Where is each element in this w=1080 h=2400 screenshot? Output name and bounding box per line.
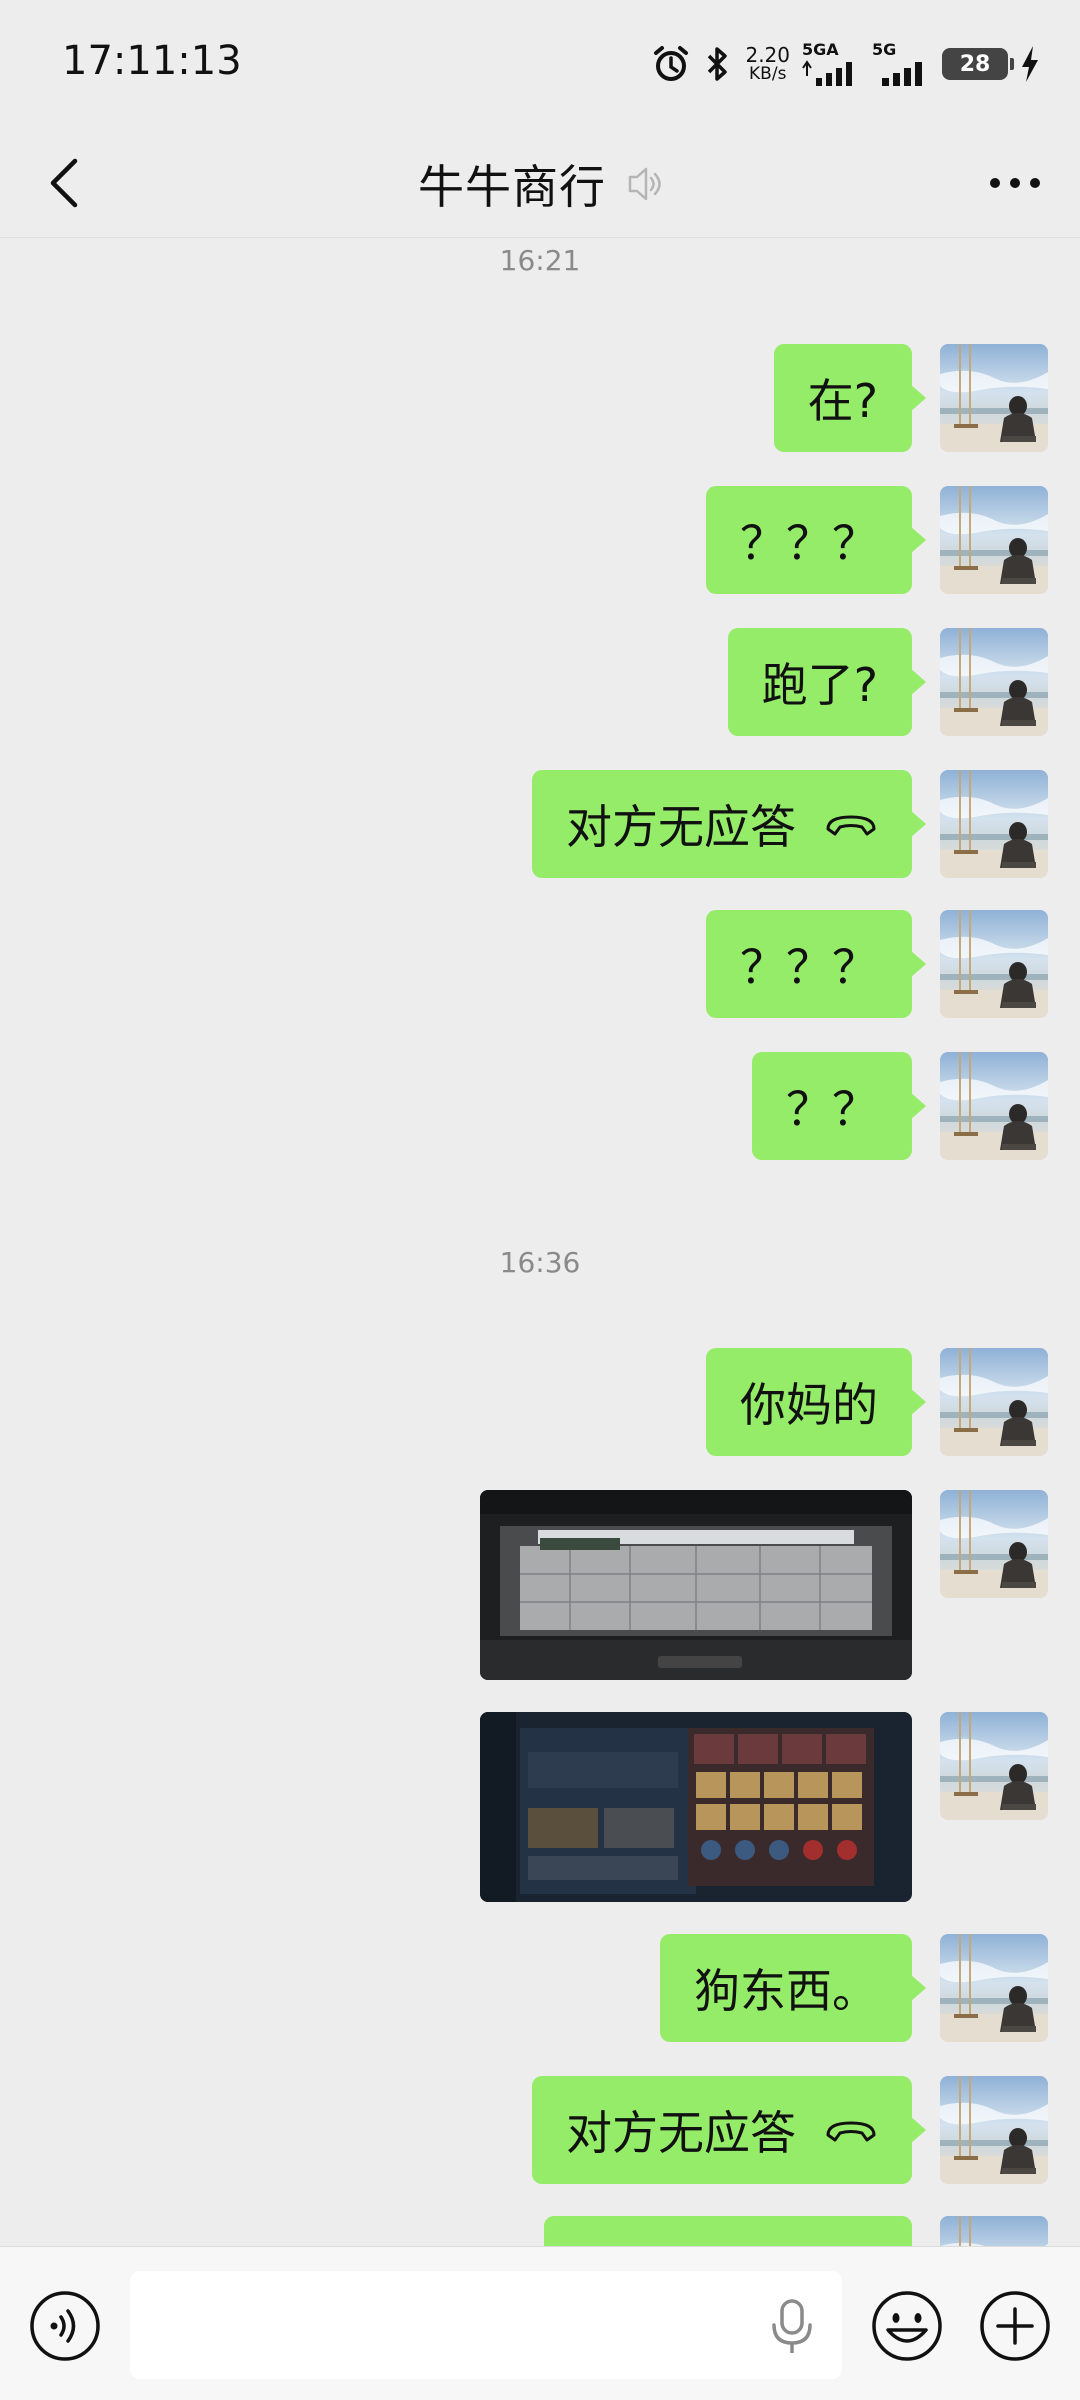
chat-header: 牛牛商行 [0,130,1080,238]
avatar[interactable] [940,344,1048,452]
battery-icon: 28 [942,48,1014,80]
more-functions-button[interactable] [978,2289,1052,2363]
more-dots-icon [990,178,1040,188]
message-row: 你妈的 [706,1348,1048,1456]
message-input-box[interactable] [130,2271,842,2379]
avatar[interactable] [940,1712,1048,1820]
game-inventory-image[interactable] [480,1712,912,1902]
message-input[interactable] [130,2271,842,2379]
message-row: 对方无应答 [532,2076,1048,2184]
alarm-icon [651,44,691,84]
sim1-signal: 5GA [802,42,860,86]
chat-title[interactable]: 牛牛商行 [418,151,606,217]
message-row: 狗东西。 [660,1934,1048,2042]
sim1-label: 5GA [802,40,839,59]
message-row: 对方无应答 [532,770,1048,878]
message-row: 在? [773,344,1048,452]
call-status-text: 对方无应答 [566,2106,796,2160]
input-bar [0,2246,1080,2400]
game-screenshot-image[interactable] [480,1490,912,1680]
call-bubble[interactable]: 对方无应答 [532,770,926,878]
signal-icon [802,60,852,86]
call-status-text: 对方无应答 [566,800,796,854]
message-bubble[interactable]: ？？？ [706,910,926,1018]
message-row: ？？？ [706,910,1048,1018]
status-bar: 17:11:13 2.20 KB/s 5GA 5G 28 [0,0,1080,130]
avatar[interactable] [940,770,1048,878]
avatar[interactable] [940,2076,1048,2184]
message-bubble[interactable]: 在? [773,344,927,452]
network-speed: 2.20 KB/s [745,42,790,84]
status-time: 17:11:13 [62,38,242,84]
network-speed-value: 2.20 [745,42,790,67]
avatar[interactable] [940,910,1048,1018]
charging-icon [1020,45,1040,83]
microphone-icon[interactable] [768,2299,816,2355]
status-icons: 2.20 KB/s 5GA 5G 28 [651,36,1040,92]
hangup-phone-icon [826,815,876,836]
message-bubble[interactable]: 狗东西。 [660,1934,926,2042]
message-row [480,1712,1048,1902]
sim2-label: 5G [872,40,897,59]
message-bubble[interactable]: 你妈的 [706,1348,926,1456]
message-row: ？？ [752,1052,1048,1160]
timestamp: 16:21 [499,244,581,277]
avatar[interactable] [940,628,1048,736]
sim2-signal: 5G [872,42,930,86]
plus-icon [980,2291,1050,2361]
more-options-button[interactable] [980,148,1050,218]
voice-mode-button[interactable] [28,2289,102,2363]
emoji-button[interactable] [870,2289,944,2363]
message-row: 跑了? [727,628,1048,736]
message-row: ？？？ [706,486,1048,594]
signal-icon [882,62,922,86]
message-row [480,1490,1048,1680]
message-bubble[interactable]: 跑了? [727,628,927,736]
emoji-icon [872,2291,942,2361]
message-bubble[interactable]: ？？ [752,1052,926,1160]
avatar[interactable] [940,1490,1048,1598]
network-speed-unit: KB/s [749,63,787,84]
message-bubble[interactable]: ？？？ [706,486,926,594]
avatar[interactable] [940,486,1048,594]
bluetooth-icon [703,44,733,84]
muted-speaker-icon [628,167,661,201]
hangup-phone-icon [826,2121,876,2142]
avatar[interactable] [940,1348,1048,1456]
voice-mode-icon [30,2291,100,2361]
chat-title-wrap: 牛牛商行 [0,130,1080,238]
timestamp: 16:36 [499,1246,581,1279]
avatar[interactable] [940,1934,1048,2042]
call-bubble[interactable]: 对方无应答 [532,2076,926,2184]
avatar[interactable] [940,1052,1048,1160]
